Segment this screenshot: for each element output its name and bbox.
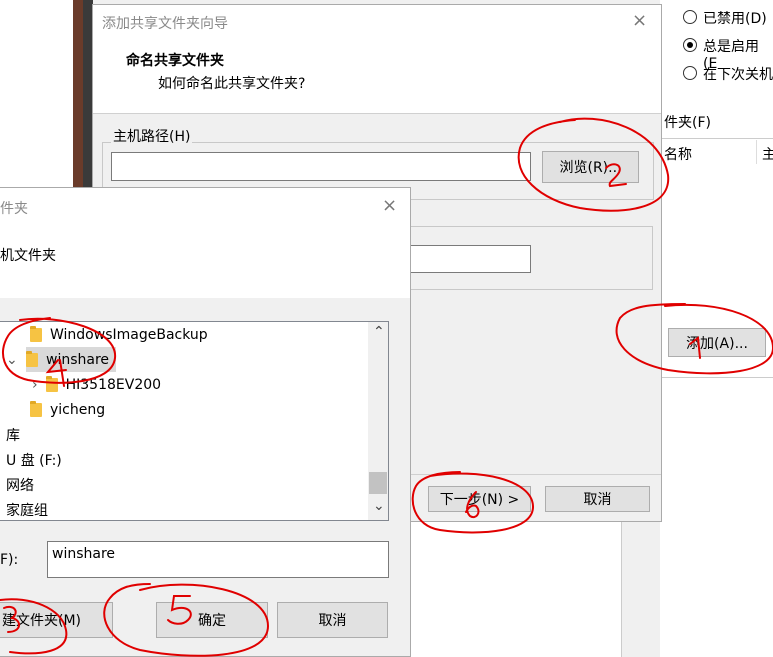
annotation-number-2 xyxy=(605,163,627,188)
annotation-circle-add xyxy=(615,303,773,375)
annotation-number-6 xyxy=(465,491,480,518)
annotation-circle-next xyxy=(411,471,535,534)
annotation-number-3 xyxy=(3,606,20,633)
annotation-circle-browse xyxy=(517,117,670,212)
annotation-number-5 xyxy=(167,595,192,625)
annotation-circle-ok xyxy=(103,583,270,657)
annotation-circle-winshare xyxy=(1,317,117,384)
annotation-number-1 xyxy=(689,336,701,359)
annotation-layer xyxy=(0,117,773,657)
